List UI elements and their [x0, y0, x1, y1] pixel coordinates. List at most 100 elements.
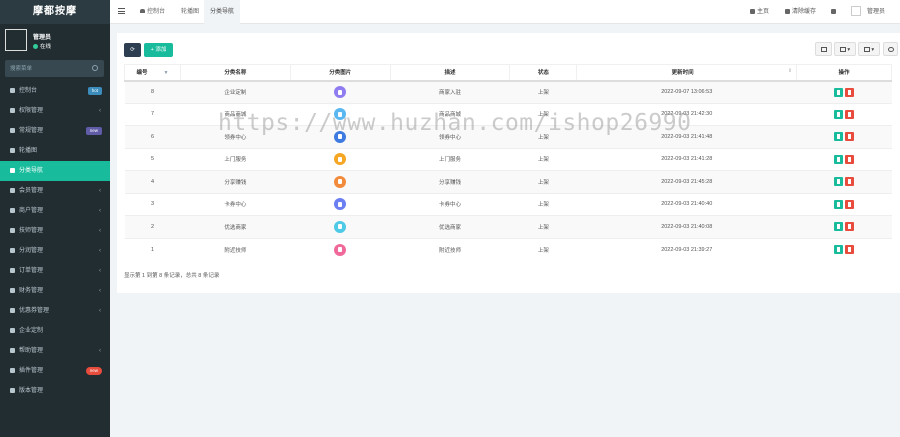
- table-row[interactable]: 6 领券中心 领券中心 上架 2022-09-03 21:41:48: [124, 125, 892, 148]
- menu-toggle-icon[interactable]: [118, 8, 125, 14]
- edit-icon[interactable]: [834, 199, 844, 209]
- admin-menu[interactable]: 管理员: [851, 0, 885, 24]
- table-row[interactable]: 3 卡券中心 卡券中心 上架 2022-09-03 21:40:40: [124, 192, 892, 216]
- delete-icon[interactable]: [845, 222, 855, 232]
- edit-icon[interactable]: [834, 154, 844, 164]
- sidebar-item-13[interactable]: 帮助管理 ‹: [0, 341, 110, 361]
- delete-icon[interactable]: [845, 132, 855, 142]
- chevron-left-icon: ‹: [99, 208, 101, 214]
- sidebar-item-label: 订单管理: [19, 268, 44, 274]
- cell-actions: [796, 80, 892, 103]
- sidebar-item-6[interactable]: 商户管理 ‹: [0, 201, 110, 221]
- cell-id: 8: [124, 80, 181, 103]
- category-image-icon[interactable]: [334, 86, 347, 98]
- cell-status: 上架: [509, 192, 577, 216]
- category-image-icon[interactable]: [334, 130, 347, 143]
- table-row[interactable]: 8 企业定制 商家入驻 上架 2022-09-07 13:06:53: [124, 80, 892, 103]
- chevron-left-icon: ‹: [99, 228, 101, 234]
- sidebar-item-0[interactable]: 控制台 hot: [0, 81, 110, 101]
- sidebar-item-11[interactable]: 优惠券管理 ‹: [0, 301, 110, 321]
- sidebar-item-label: 权限管理: [19, 108, 44, 114]
- cell-id: 1: [124, 237, 181, 261]
- cell-desc: 上门服务: [390, 147, 510, 171]
- clear-cache-button[interactable]: 清除缓存: [785, 0, 816, 24]
- fullscreen-button[interactable]: [831, 0, 838, 24]
- tab-label: 控制台: [147, 9, 166, 15]
- col-status-header: 状态: [509, 64, 578, 82]
- header-label: 编号: [136, 70, 148, 77]
- category-image-icon[interactable]: [334, 243, 347, 256]
- pagination-summary: 显示第 1 到第 8 条记录，总共 8 条记录: [124, 273, 220, 279]
- col-desc-header: 描述: [389, 64, 511, 82]
- sidebar-item-14[interactable]: 插件管理 new: [0, 361, 110, 381]
- columns-button[interactable]: ▾: [834, 42, 856, 56]
- cell-actions: [796, 192, 892, 216]
- menu-item-icon: [10, 187, 15, 193]
- delete-icon[interactable]: [845, 245, 855, 254]
- chevron-left-icon: ‹: [99, 288, 101, 294]
- table-row[interactable]: 5 上门服务 上门服务 上架 2022-09-03 21:41:28: [124, 147, 892, 171]
- search-input[interactable]: [5, 60, 85, 77]
- sidebar-item-1[interactable]: 权限管理 ‹: [0, 101, 110, 121]
- refresh-button[interactable]: ⟳: [124, 43, 141, 57]
- sidebar-item-12[interactable]: 企业定制: [0, 321, 110, 341]
- col-id-header[interactable]: 编号 ▼: [124, 64, 181, 82]
- category-image-icon[interactable]: [334, 198, 347, 211]
- home-link[interactable]: 主页: [750, 0, 769, 24]
- col-time-header[interactable]: 更新时间 ⇕: [576, 64, 798, 82]
- table-row[interactable]: 7 商品商城 商品商城 上架 2022-09-03 21:42:30: [124, 102, 892, 126]
- search-icon[interactable]: [92, 65, 98, 71]
- add-button[interactable]: + 添加: [144, 43, 173, 57]
- edit-icon[interactable]: [834, 245, 844, 254]
- table-row[interactable]: 4 分享赚钱 分享赚钱 上架 2022-09-03 21:45:28: [124, 170, 892, 193]
- delete-icon[interactable]: [845, 109, 855, 119]
- table-row[interactable]: 1 附近技师 附近技师 上架 2022-09-03 21:39:27: [124, 237, 892, 261]
- cell-status: 上架: [509, 147, 577, 171]
- tab-dashboard[interactable]: 控制台: [134, 0, 171, 24]
- delete-icon[interactable]: [845, 177, 855, 187]
- edit-icon[interactable]: [834, 87, 844, 97]
- edit-icon[interactable]: [834, 177, 844, 187]
- toggle-view-button[interactable]: [815, 42, 832, 56]
- avatar: [5, 29, 27, 51]
- home-label: 主页: [757, 9, 770, 15]
- sidebar-item-10[interactable]: 财务管理 ‹: [0, 281, 110, 301]
- sidebar-item-8[interactable]: 分润管理 ‹: [0, 241, 110, 261]
- menu-item-icon: [10, 127, 15, 133]
- sidebar-item-15[interactable]: 版本管理: [0, 381, 110, 401]
- search-toggle-button[interactable]: [883, 42, 898, 56]
- edit-icon[interactable]: [834, 109, 844, 119]
- cell-actions: [796, 170, 892, 193]
- delete-icon[interactable]: [845, 87, 855, 97]
- menu-item-icon: [10, 107, 15, 113]
- sidebar-item-3[interactable]: 轮播图: [0, 141, 110, 161]
- category-image-icon[interactable]: [334, 220, 347, 233]
- cell-image: [290, 192, 391, 216]
- cell-name: 分享赚钱: [180, 170, 291, 193]
- sort-desc-icon: ▼: [163, 70, 169, 77]
- top-bar: 控制台 轮播图 分类导航 主页 清除缓存 管理员: [110, 0, 900, 24]
- tab-category-nav[interactable]: 分类导航: [204, 0, 241, 24]
- edit-icon[interactable]: [834, 132, 844, 142]
- sidebar-item-9[interactable]: 订单管理 ‹: [0, 261, 110, 281]
- sidebar-item-5[interactable]: 会员管理 ‹: [0, 181, 110, 201]
- menu-item-icon: [10, 347, 15, 353]
- category-image-icon[interactable]: [334, 108, 347, 121]
- category-image-icon[interactable]: [334, 153, 347, 166]
- add-label: 添加: [155, 47, 167, 53]
- edit-icon[interactable]: [834, 222, 844, 232]
- sidebar-item-2[interactable]: 常规管理 new: [0, 121, 110, 141]
- delete-icon[interactable]: [845, 199, 855, 209]
- category-image-icon[interactable]: [334, 175, 347, 188]
- cell-time: 2022-09-03 21:39:27: [576, 237, 797, 261]
- sidebar-item-label: 商户管理: [19, 208, 44, 214]
- app-logo[interactable]: 摩都按摩: [0, 0, 110, 24]
- cell-status: 上架: [509, 215, 577, 238]
- table-header-row: 编号 ▼ 分类名称 分类图片 描述 状态 更新时间 ⇕ 操作: [124, 64, 892, 82]
- sidebar-item-7[interactable]: 技师管理 ‹: [0, 221, 110, 241]
- export-button[interactable]: ▾: [858, 42, 880, 56]
- table-row[interactable]: 2 优选商家 优选商家 上架 2022-09-03 21:40:08: [124, 215, 892, 238]
- tab-banner[interactable]: 轮播图: [175, 0, 205, 24]
- delete-icon[interactable]: [845, 154, 855, 164]
- sidebar-item-4[interactable]: 分类导航: [0, 161, 110, 181]
